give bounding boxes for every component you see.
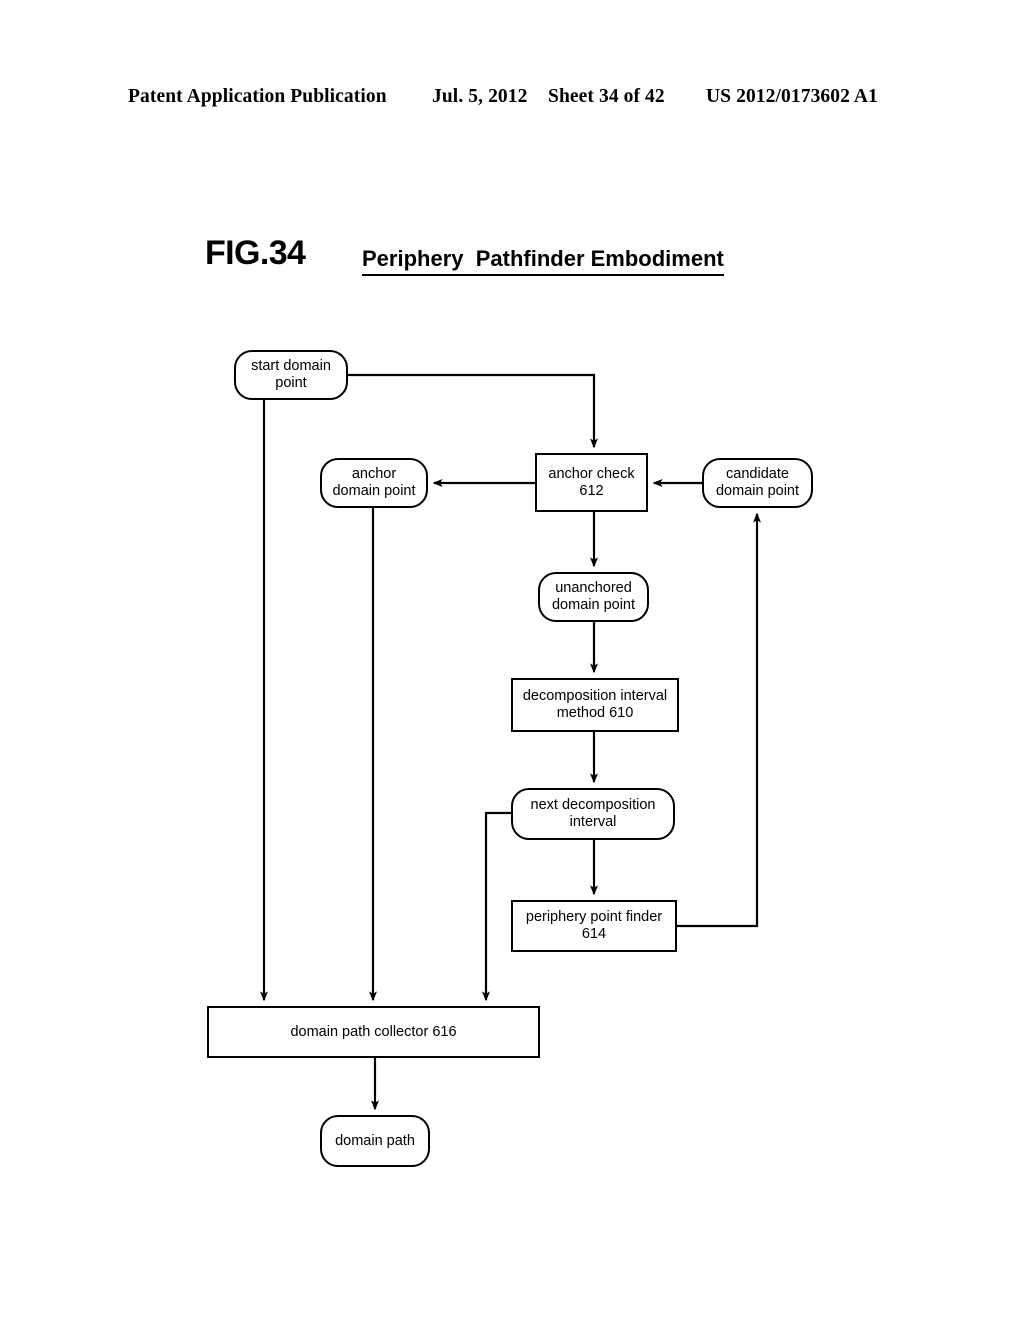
node-unanchored-domain-point[interactable]: unanchored domain point (538, 572, 649, 622)
node-label: next decomposition interval (530, 797, 656, 830)
node-label: start domain point (251, 358, 331, 391)
node-label: domain path collector 616 (290, 1023, 457, 1040)
node-label: periphery point finder 614 (525, 909, 663, 942)
node-label: decomposition interval method 610 (522, 688, 668, 721)
node-candidate-domain-point[interactable]: candidate domain point (702, 458, 813, 508)
edge-finder-to-candidate (677, 512, 761, 928)
node-start-domain-point[interactable]: start domain point (234, 350, 348, 400)
node-label: anchor check 612 (548, 465, 635, 499)
connector-layer (260, 373, 761, 1111)
node-label: unanchored domain point (551, 580, 636, 613)
node-periphery-point-finder[interactable]: periphery point finder 614 (511, 900, 677, 952)
edge-next-interval-to-collector (482, 811, 511, 1002)
node-domain-path[interactable]: domain path (320, 1115, 430, 1167)
node-label: domain path (335, 1132, 415, 1149)
edge-start-to-anchor-check (348, 373, 598, 449)
node-label: candidate domain point (715, 466, 800, 499)
node-domain-path-collector[interactable]: domain path collector 616 (207, 1006, 540, 1058)
node-anchor-domain-point[interactable]: anchor domain point (320, 458, 428, 508)
node-next-decomposition-interval[interactable]: next decomposition interval (511, 788, 675, 840)
node-decomposition-interval-method[interactable]: decomposition interval method 610 (511, 678, 679, 732)
flowchart-diagram: start domain point anchor domain point a… (0, 0, 1024, 1320)
node-anchor-check[interactable]: anchor check 612 (535, 453, 648, 512)
node-label: anchor domain point (332, 466, 416, 499)
